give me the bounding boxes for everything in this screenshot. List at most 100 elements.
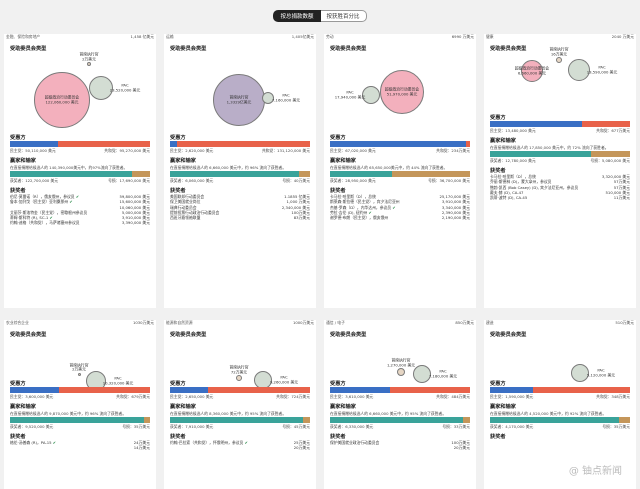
winner-amount: 7,910,000 美元 — [185, 424, 214, 429]
card-fade — [484, 483, 636, 489]
winner-name: 蒂姆·斯科特 (R), SC-1 — [10, 215, 49, 221]
dem-amount: 2,620,000 美元 — [185, 148, 214, 153]
winners-losers-text: 在直接捐赠给候选人的 4,520,000 美元中，约 92% 流向了获胜者。 — [490, 411, 607, 416]
leadership-bubble — [556, 57, 562, 63]
winner-name: 斯莱森·斯拉德（民主党），宾夕法尼亚州 — [330, 199, 400, 205]
win-segment — [10, 417, 145, 423]
committee-bubble-chart: 首席执行官 72万美元 PAC 9,260,000 美元 — [164, 338, 316, 389]
list-item[interactable]: 凯蒂·波特 (D), CA-45 11万美元 — [484, 195, 636, 200]
industry-total: 850万美元 — [455, 320, 474, 325]
winner-name: 卡马拉·哈里斯（D），总统 — [490, 174, 536, 179]
list-item[interactable]: 谢罗德·布朗（民主党），俄亥俄州 2,190,000 美元 — [324, 215, 476, 220]
recipients-title: 受惠方 — [10, 135, 26, 141]
winner-amount: 6,330,000 美元 — [345, 424, 374, 429]
card-header: 健康 2040 万美元 — [484, 34, 636, 39]
loss-segment — [303, 417, 310, 423]
winners-losers-text: 在直接捐赠给候选人的 6,660,000 美元中，约 95% 流向了获胜者。 — [330, 411, 447, 416]
winner-name: 瑞典行动委员会 — [170, 204, 197, 210]
win-loss-labels: 获奖者：4,170,000 美元 号损：35万美元 — [490, 424, 630, 429]
winners-title: 获奖者 — [330, 188, 346, 194]
win-loss-labels: 获奖者：9,520,000 美元 号损：35万美元 — [10, 424, 150, 429]
card-fade — [164, 302, 316, 308]
winner-name: 提前投票行动政治行动委员会 — [170, 209, 220, 215]
industry-name: 运输 — [166, 34, 174, 39]
rep-segment — [57, 141, 150, 147]
industry-card: 农业综合企业 1030万美元 受助委员会类型 首席执行官 2万美元 PAC 10,320… — [4, 320, 156, 489]
win-segment — [170, 417, 303, 423]
super-pac-label: 超级政治行动委员会 6,660,000 美元 — [514, 65, 550, 75]
industry-name: 建造 — [486, 320, 494, 325]
rep-amount: 131,120,000 美元 — [277, 148, 310, 153]
card-header: 运输 1,405亿美元 — [164, 34, 316, 39]
rep-amount: 724万美元 — [291, 394, 310, 399]
list-item[interactable]: 20万美元 — [164, 445, 316, 450]
win-segment — [490, 417, 619, 423]
winners-title: 获奖者 — [10, 434, 26, 440]
dem-segment — [170, 141, 177, 147]
list-item[interactable]: 20万美元 — [324, 445, 476, 450]
winner-amount: 122,700,000 美元 — [25, 178, 59, 183]
rep-amount: 677万美元 — [611, 128, 630, 133]
winners-losers-title: 赢家和输家 — [10, 404, 36, 410]
list-item[interactable]: 约翰·迪格（共和党），马萨诸塞州参议员 3,390,000 美元 — [4, 220, 156, 225]
industry-card: 运输 1,405亿美元 受助委员会类型 首席执行官 1,3329亿美元 PAC 7,16… — [164, 34, 316, 308]
win-loss-bar — [10, 171, 150, 177]
winners-losers-text: 在直接捐赠给候选人的 9,870,000 美元中，约 96% 流向了获胜者。 — [10, 411, 127, 416]
loss-segment — [463, 417, 470, 423]
pac-label: PAC 23,520,000 美元 — [109, 82, 141, 92]
pac-label: PAC 7,160,000 美元 — [271, 92, 301, 102]
winners-title: 获奖者 — [330, 434, 346, 440]
party-split-labels: 民主党：2,620,000 美元 共和党：131,120,000 美元 — [170, 148, 310, 153]
tab-by-win-percent[interactable]: 按获胜百分比 — [320, 10, 367, 22]
rep-segment — [465, 141, 470, 147]
committee-bubble-chart: 首席执行官 2万美元 PAC 10,320,000 美元 — [4, 338, 156, 391]
winners-title: 获奖者 — [490, 434, 506, 440]
winners-title: 获奖者 — [170, 188, 186, 194]
loss-segment — [391, 171, 470, 177]
card-header: 劳动 6990 万美元 — [324, 34, 476, 39]
tab-by-total[interactable]: 按总捐款数额 — [273, 10, 321, 22]
win-loss-bar — [170, 171, 310, 177]
leadership-label: 首席执行官 1,270,000 美元 — [386, 357, 416, 367]
pac-label: PAC 13,590,000 美元 — [586, 64, 618, 74]
win-loss-bar — [490, 151, 630, 157]
rep-amount: 348万美元 — [611, 394, 630, 399]
winner-amount: 28,950,000 美元 — [345, 178, 376, 183]
winners-title: 获奖者 — [170, 434, 186, 440]
winner-name: 乔丽·斯德林 (D)，蒙大拿州，参议员 — [490, 179, 552, 185]
industry-name: 能源和自然资源 — [166, 320, 193, 325]
loser-amount: 40万美元 — [293, 178, 310, 183]
industry-total: 510万美元 — [615, 320, 634, 325]
check-icon: ✔ — [244, 440, 248, 445]
card-header: 建造 510万美元 — [484, 320, 636, 325]
committee-type-title: 受助委员会类型 — [170, 332, 207, 338]
winner-name: 艾丽莎·斯洛特金（民主党），密歇根州参议员 — [10, 209, 88, 215]
dem-amount: 50,110,000 美元 — [25, 148, 56, 153]
dem-segment — [10, 387, 59, 393]
card-fade — [324, 483, 476, 489]
list-item[interactable]: 14万美元 — [4, 445, 156, 450]
check-icon: ✔ — [368, 209, 372, 215]
pac-label: PAC 17,940,000 美元 — [334, 89, 366, 99]
winners-losers-title: 赢家和输家 — [330, 404, 356, 410]
win-loss-bar — [330, 417, 470, 423]
loser-amount: 35万美元 — [133, 424, 150, 429]
winners-losers-text: 在直接捐赠给候选人的 140,390,000美元中，约97%流向了获胜者。 — [10, 165, 128, 170]
industry-card: 健康 2040 万美元 受助委员会类型 超级政治行动委员会 6,660,000 美元… — [484, 34, 636, 308]
winners-losers-title: 赢家和输家 — [10, 158, 36, 164]
check-icon: ✔ — [69, 199, 73, 205]
sort-tabs: 按总捐款数额 按获胜百分比 — [0, 10, 640, 22]
list-item[interactable]: 西班牙裔领袖联盟 83万美元 — [164, 215, 316, 220]
dem-amount: 1,590,000 美元 — [505, 394, 534, 399]
recipients-title: 受惠方 — [330, 381, 346, 387]
committee-bubble-chart: 超级政治行动委员会 6,660,000 美元 首席执行官 16万美元 PAC 13,590… — [484, 47, 636, 114]
rep-amount: 95,270,000 美元 — [119, 148, 150, 153]
super-pac-label: 超级政治行动委员会 122,060,000 美元 — [44, 94, 80, 104]
committee-type-title: 受助委员会类型 — [10, 332, 47, 338]
winner-name: 卡马拉·哈里斯（D），总统 — [330, 194, 376, 199]
committee-bubble-chart: 首席执行官 1,270,000 美元 PAC 7,180,000 美元 — [324, 338, 476, 383]
win-loss-labels: 获奖者：6,060,000 美元 号损：40万美元 — [170, 178, 310, 183]
winner-name: 美国联邦行动委员会 — [170, 194, 205, 199]
industry-total: 1,458 亿美元 — [130, 34, 154, 39]
winner-name: 伯尼·莫雷诺（R），俄亥俄州，参议员 — [10, 194, 75, 199]
